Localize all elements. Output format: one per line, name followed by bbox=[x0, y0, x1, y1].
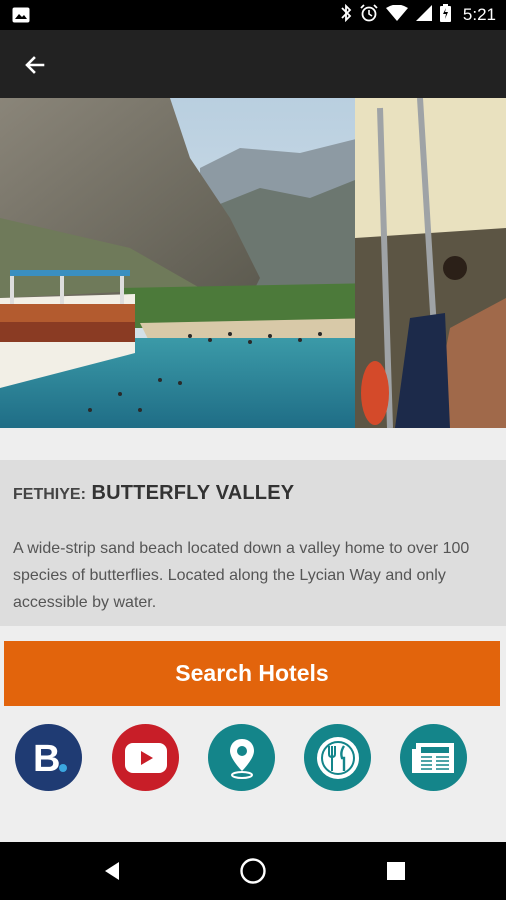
spacer bbox=[0, 428, 506, 460]
booking-button[interactable]: B bbox=[15, 724, 82, 791]
place-info-card: FETHIYE: BUTTERFLY VALLEY A wide-strip s… bbox=[0, 460, 506, 626]
app-toolbar bbox=[0, 30, 506, 98]
newspaper-icon bbox=[411, 742, 454, 773]
status-bar: 5:21 bbox=[0, 0, 506, 30]
battery-icon bbox=[439, 3, 451, 27]
recents-square-icon bbox=[387, 862, 405, 880]
place-title: FETHIYE: BUTTERFLY VALLEY bbox=[13, 482, 294, 505]
system-nav-bar bbox=[0, 842, 506, 900]
place-description: A wide-strip sand beach located down a v… bbox=[13, 540, 470, 611]
home-circle-icon bbox=[240, 858, 266, 884]
place-name: BUTTERFLY VALLEY bbox=[91, 482, 295, 504]
restaurant-icon bbox=[316, 736, 359, 779]
search-hotels-button[interactable]: Search Hotels bbox=[4, 641, 500, 706]
icon-links-row: B bbox=[0, 722, 506, 792]
alarm-icon bbox=[360, 3, 378, 27]
image-icon bbox=[12, 7, 30, 23]
wifi-icon bbox=[385, 4, 408, 26]
signal-icon bbox=[415, 4, 432, 26]
restaurant-button[interactable] bbox=[304, 724, 371, 791]
svg-text:B: B bbox=[33, 738, 60, 778]
clock-time: 5:21 bbox=[462, 5, 496, 24]
place-region: FETHIYE: bbox=[13, 486, 86, 503]
booking-icon: B bbox=[33, 738, 67, 778]
youtube-icon bbox=[124, 742, 167, 773]
arrow-left-icon bbox=[25, 56, 45, 74]
back-triangle-icon bbox=[105, 862, 119, 880]
bluetooth-icon bbox=[340, 3, 352, 27]
back-button[interactable] bbox=[18, 48, 52, 82]
nav-home-button[interactable] bbox=[238, 856, 268, 886]
hero-photo bbox=[0, 97, 506, 429]
news-button[interactable] bbox=[400, 724, 467, 791]
nav-recents-button[interactable] bbox=[381, 856, 411, 886]
map-pin-icon bbox=[229, 738, 254, 779]
nav-back-button[interactable] bbox=[97, 856, 127, 886]
map-button[interactable] bbox=[208, 724, 275, 791]
youtube-button[interactable] bbox=[112, 724, 179, 791]
